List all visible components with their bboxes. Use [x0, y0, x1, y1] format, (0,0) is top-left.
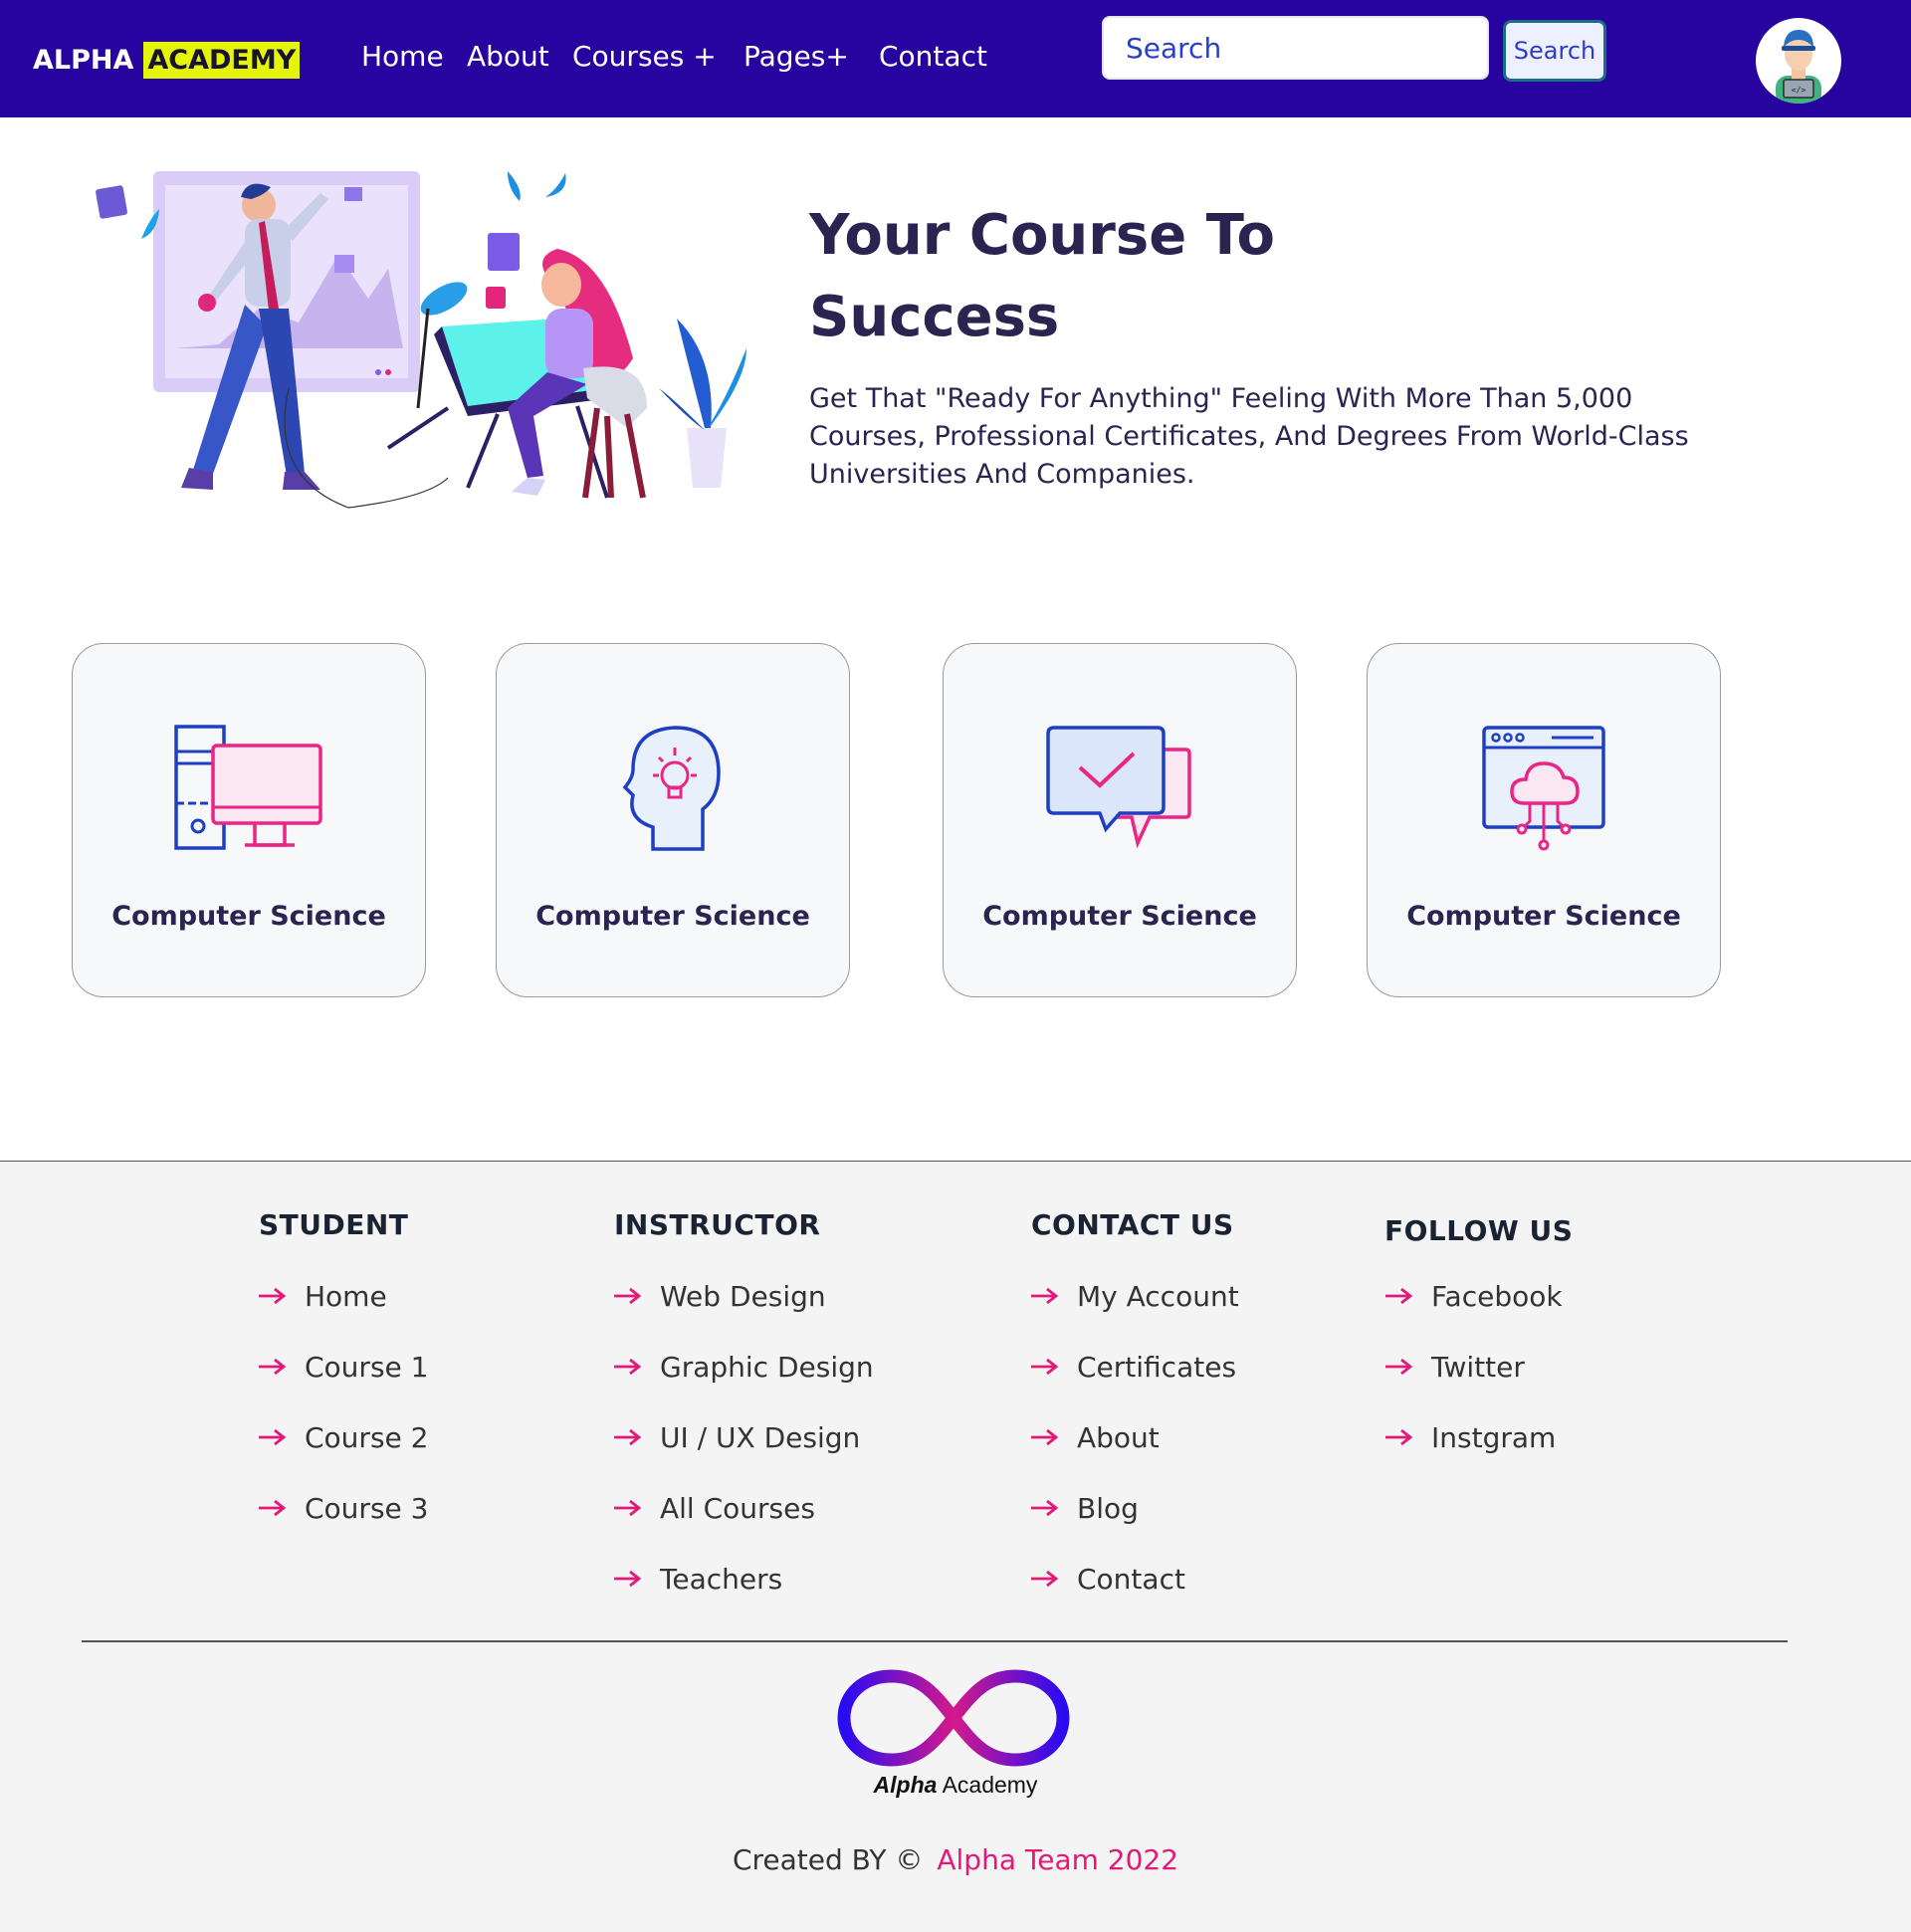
arrow-right-icon [1383, 1351, 1413, 1384]
cloud-network-icon [1482, 726, 1605, 851]
footer-link-label: Web Design [660, 1280, 826, 1313]
footer-link-label: All Courses [660, 1492, 815, 1525]
arrow-right-icon [257, 1280, 287, 1313]
footer-link-all-courses[interactable]: All Courses [612, 1492, 815, 1525]
hero-title: Your Course To Success [809, 203, 1275, 349]
category-label: Computer Science [1406, 901, 1681, 932]
footer-link-home[interactable]: Home [257, 1280, 387, 1313]
footer-link-about[interactable]: About [1029, 1421, 1160, 1454]
arrow-right-icon [612, 1492, 642, 1525]
brand-name-part2: ACADEMY [143, 42, 301, 79]
footer-link-my-account[interactable]: My Account [1029, 1280, 1239, 1313]
footer-col-title-follow: FOLLOW US [1384, 1214, 1574, 1247]
footer-brand-part1: Alpha [873, 1772, 938, 1798]
computer-icon [174, 725, 322, 850]
category-card-1[interactable]: Computer Science [72, 643, 426, 997]
category-card-3[interactable]: Computer Science [943, 643, 1297, 997]
footer-link-teachers[interactable]: Teachers [612, 1563, 782, 1596]
arrow-right-icon [1029, 1351, 1059, 1384]
footer-link-label: Course 2 [305, 1421, 429, 1454]
footer-divider [82, 1640, 1788, 1642]
category-label: Computer Science [111, 901, 386, 932]
footer-link-course-2[interactable]: Course 2 [257, 1421, 428, 1454]
footer-link-label: Certificates [1077, 1351, 1237, 1384]
nav-pages[interactable]: Pages+ [743, 40, 849, 73]
arrow-right-icon [612, 1351, 642, 1384]
nav-contact[interactable]: Contact [879, 40, 987, 73]
brand-logo[interactable]: ALPHA ACADEMY [33, 42, 301, 79]
footer-link-label: Contact [1077, 1563, 1185, 1596]
arrow-right-icon [1029, 1492, 1059, 1525]
footer-brand-part2: Academy [942, 1772, 1038, 1798]
nav-courses[interactable]: Courses + [572, 40, 717, 73]
footer-link-twitter[interactable]: Twitter [1383, 1351, 1525, 1384]
search-input[interactable] [1102, 16, 1489, 80]
svg-text:</>: </> [1792, 86, 1806, 95]
footer-link-course-1[interactable]: Course 1 [257, 1351, 428, 1384]
arrow-right-icon [257, 1421, 287, 1454]
credit-prefix: Created BY © [732, 1843, 924, 1876]
arrow-right-icon [612, 1563, 642, 1596]
footer [0, 1161, 1911, 1932]
footer-link-web-design[interactable]: Web Design [612, 1280, 826, 1313]
arrow-right-icon [612, 1421, 642, 1454]
arrow-right-icon [257, 1351, 287, 1384]
footer-col-title-contact: CONTACT US [1031, 1208, 1234, 1241]
footer-brand: Alpha Academy [836, 1772, 1075, 1799]
footer-link-label: Blog [1077, 1492, 1139, 1525]
footer-link-course-3[interactable]: Course 3 [257, 1492, 428, 1525]
brand-name-part1: ALPHA [33, 45, 134, 76]
footer-link-label: Twitter [1431, 1351, 1525, 1384]
arrow-right-icon [1383, 1280, 1413, 1313]
footer-link-contact[interactable]: Contact [1029, 1563, 1185, 1596]
category-card-2[interactable]: Computer Science [496, 643, 850, 997]
arrow-right-icon [1029, 1280, 1059, 1313]
search-button[interactable]: Search [1503, 20, 1606, 82]
category-label: Computer Science [535, 901, 810, 932]
nav-home[interactable]: Home [361, 40, 444, 73]
footer-link-label: Course 3 [305, 1492, 429, 1525]
category-label: Computer Science [982, 901, 1257, 932]
arrow-right-icon [1029, 1421, 1059, 1454]
footer-col-title-student: STUDENT [259, 1208, 409, 1241]
footer-link-facebook[interactable]: Facebook [1383, 1280, 1563, 1313]
nav-about[interactable]: About [467, 40, 549, 73]
footer-link-label: UI / UX Design [660, 1421, 861, 1454]
developer-avatar-icon: </> [1776, 30, 1821, 104]
arrow-right-icon [612, 1280, 642, 1313]
footer-col-title-instructor: INSTRUCTOR [614, 1208, 821, 1241]
user-avatar[interactable]: </> [1756, 18, 1841, 104]
navbar: ALPHA ACADEMY Home About Courses + Pages… [0, 0, 1911, 117]
credit-team[interactable]: Alpha Team 2022 [937, 1843, 1178, 1876]
footer-link-label: Course 1 [305, 1351, 429, 1384]
hero-illustration [90, 159, 751, 533]
footer-link-instagram[interactable]: Instgram [1383, 1421, 1556, 1454]
footer-link-label: Instgram [1431, 1421, 1557, 1454]
footer-link-label: Home [305, 1280, 387, 1313]
footer-link-label: Facebook [1431, 1280, 1563, 1313]
footer-link-label: My Account [1077, 1280, 1239, 1313]
footer-credit: Created BY © Alpha Team 2022 [0, 1843, 1911, 1876]
footer-link-certificates[interactable]: Certificates [1029, 1351, 1236, 1384]
footer-link-label: About [1077, 1421, 1160, 1454]
arrow-right-icon [1029, 1563, 1059, 1596]
footer-link-graphic-design[interactable]: Graphic Design [612, 1351, 874, 1384]
hero-description: Get That "Ready For Anything" Feeling Wi… [809, 383, 1689, 490]
footer-link-label: Graphic Design [660, 1351, 874, 1384]
arrow-right-icon [1383, 1421, 1413, 1454]
idea-head-icon [623, 726, 721, 851]
footer-link-ui-ux-design[interactable]: UI / UX Design [612, 1421, 860, 1454]
arrow-right-icon [257, 1492, 287, 1525]
footer-link-blog[interactable]: Blog [1029, 1492, 1139, 1525]
footer-link-label: Teachers [660, 1563, 783, 1596]
chat-check-icon [1046, 726, 1191, 849]
infinity-logo-icon [834, 1662, 1073, 1774]
category-card-4[interactable]: Computer Science [1367, 643, 1721, 997]
